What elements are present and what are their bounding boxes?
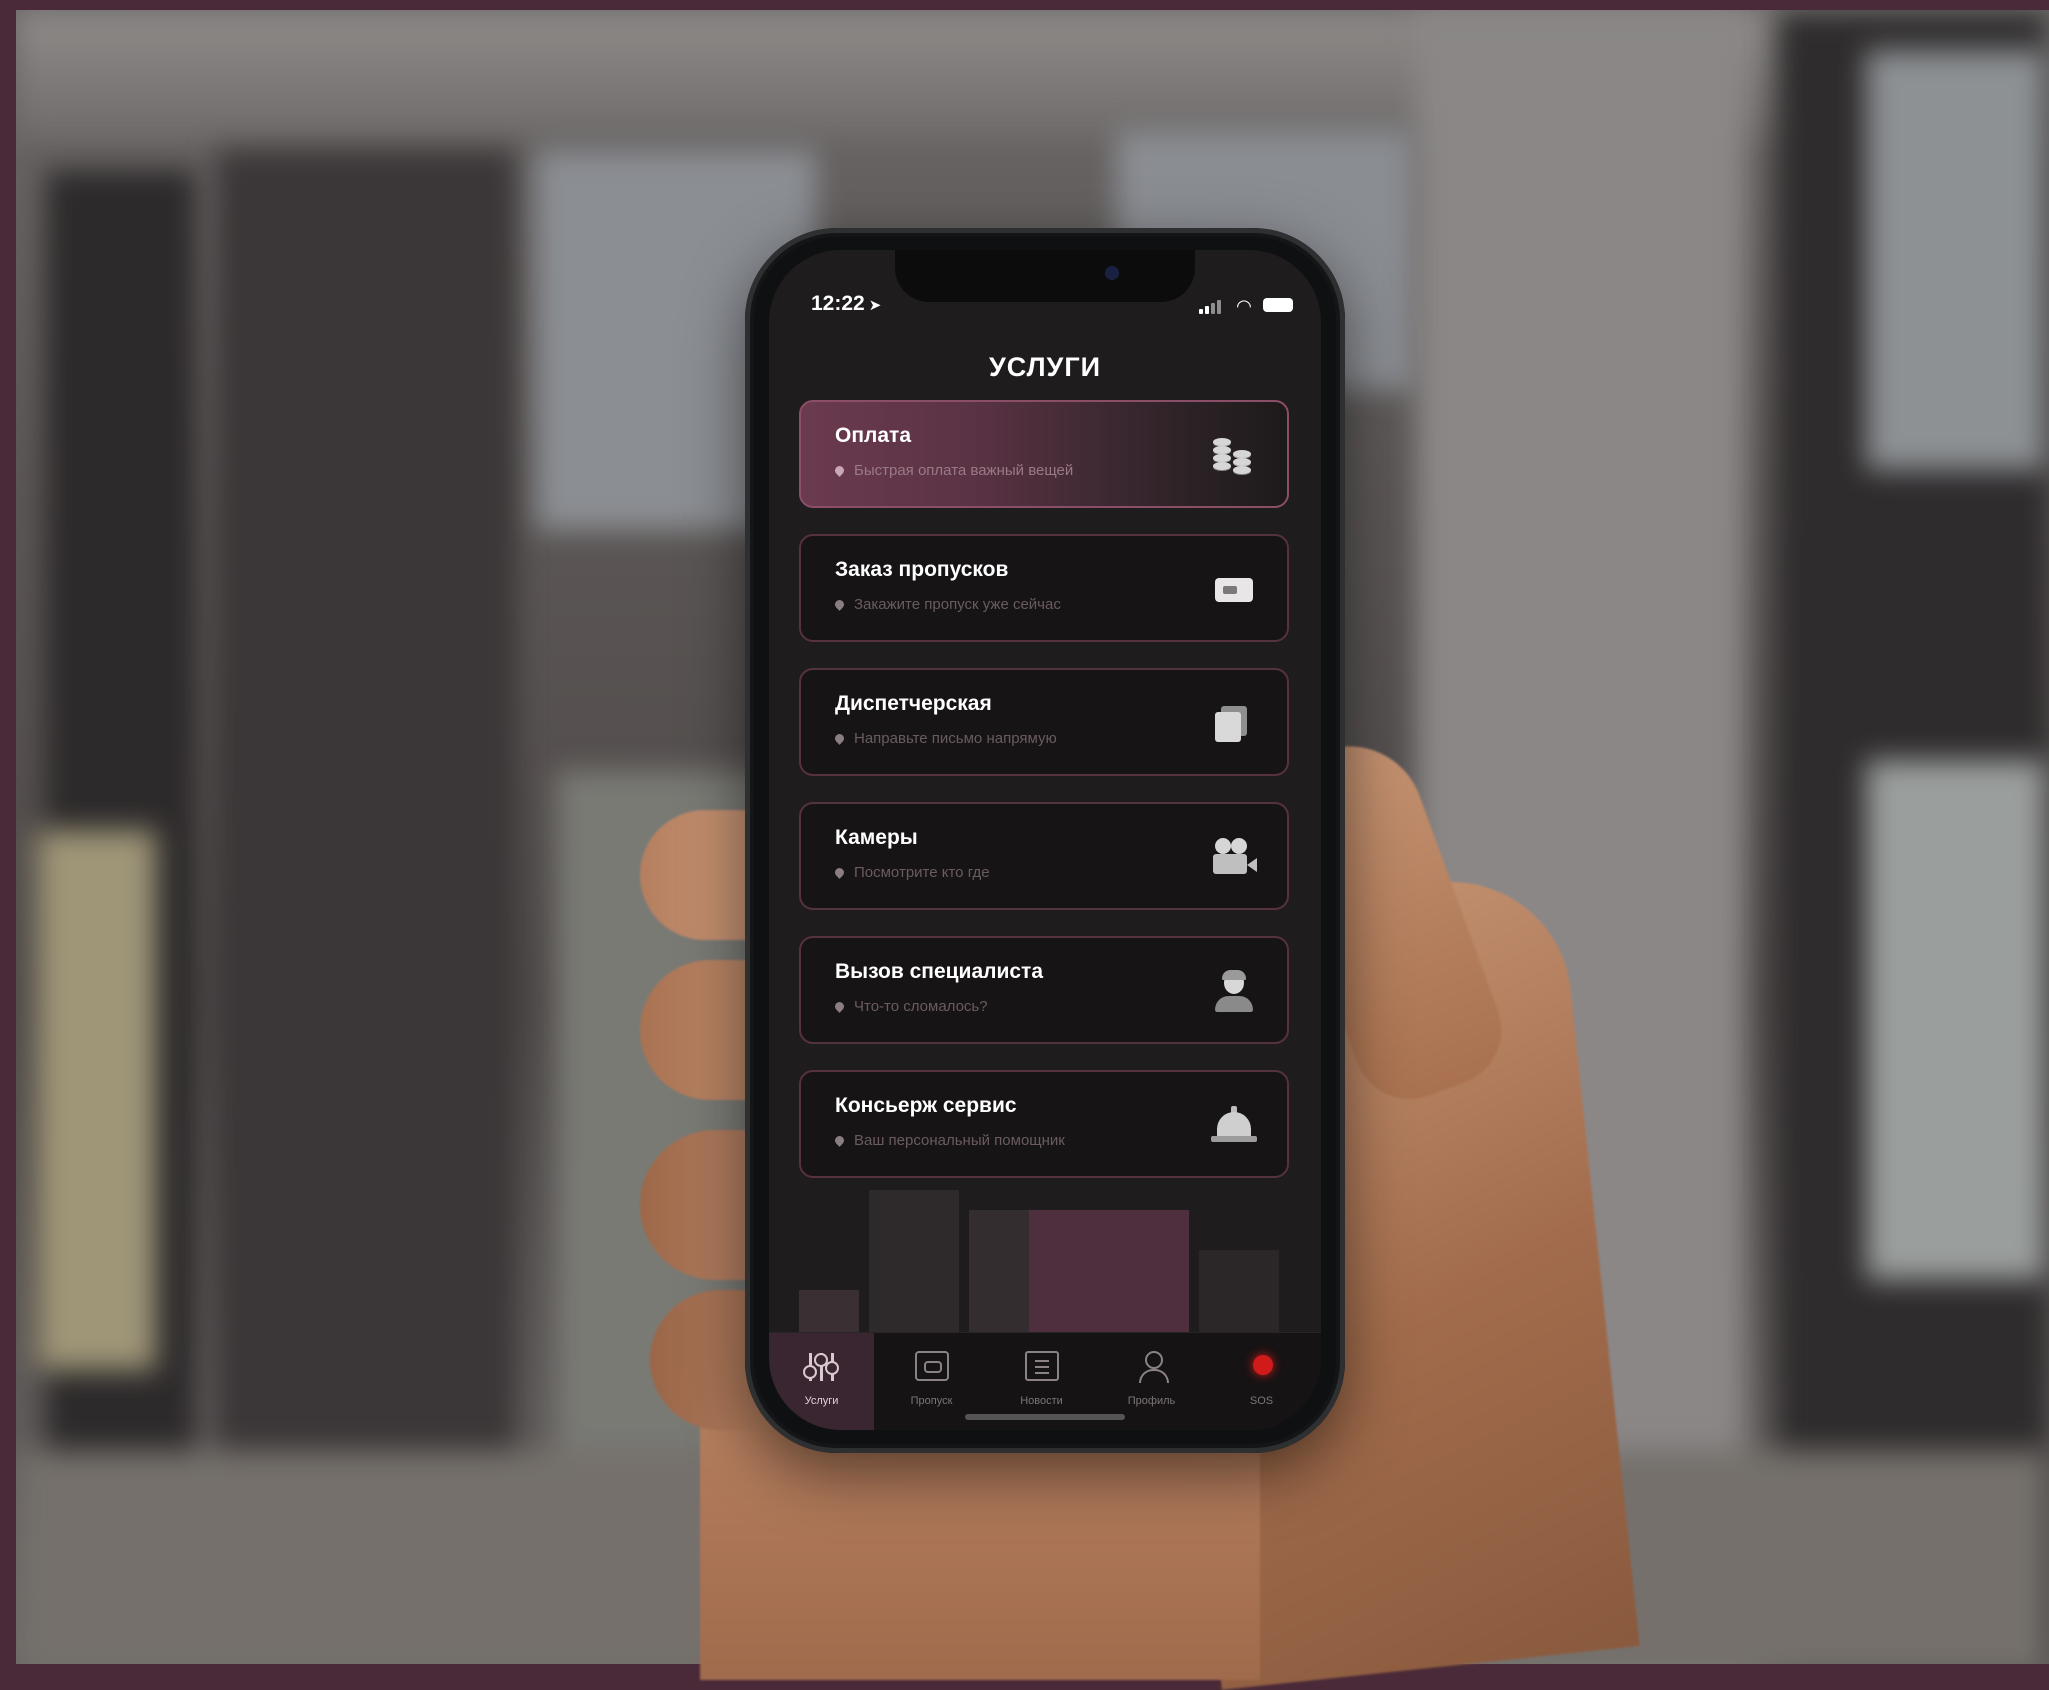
specialist-icon — [1211, 970, 1257, 1012]
service-subtitle: Посмотрите кто где — [833, 864, 990, 881]
service-card-concierge[interactable]: Консьерж сервис Ваш персональный помощни… — [799, 1070, 1289, 1178]
service-subtitle-text: Направьте письмо напрямую — [854, 730, 1057, 747]
sos-icon — [1253, 1355, 1273, 1375]
movie-camera-icon — [1211, 836, 1257, 878]
service-subtitle: Направьте письмо напрямую — [833, 730, 1057, 747]
location-pin-icon — [833, 598, 846, 611]
tab-label: Услуги — [804, 1395, 839, 1407]
service-subtitle: Быстрая оплата важный вещей — [833, 462, 1074, 479]
location-arrow-icon: ➤ — [868, 297, 882, 314]
location-pin-icon — [833, 1134, 846, 1147]
location-pin-icon — [833, 464, 846, 477]
tab-label: Профиль — [1127, 1395, 1176, 1407]
service-title: Оплата — [835, 424, 912, 447]
service-subtitle: Ваш персональный помощник — [833, 1132, 1065, 1149]
location-pin-icon — [833, 866, 846, 879]
pass-card-icon — [1211, 568, 1257, 610]
front-camera — [1105, 266, 1119, 280]
service-card-dispatch[interactable]: Диспетчерская Направьте письмо напрямую — [799, 668, 1289, 776]
cellular-signal-icon — [1199, 300, 1225, 314]
tab-label: Новости — [1020, 1395, 1063, 1407]
service-subtitle-text: Посмотрите кто где — [854, 864, 990, 881]
service-title: Диспетчерская — [835, 692, 992, 715]
profile-icon — [1135, 1351, 1169, 1383]
service-subtitle: Что-то сломалось? — [833, 998, 988, 1015]
location-pin-icon — [833, 732, 846, 745]
page-title: УСЛУГИ — [988, 352, 1102, 382]
documents-icon — [1211, 702, 1257, 744]
service-title: Заказ пропусков — [835, 558, 1009, 581]
home-indicator[interactable] — [965, 1414, 1125, 1420]
tab-services[interactable]: Услуги — [769, 1333, 874, 1430]
wifi-icon: ◠ — [1237, 296, 1251, 316]
service-title: Камеры — [835, 826, 918, 849]
phone-notch — [895, 250, 1195, 302]
app-screen: 12:22 ➤ ◠ УСЛУГИ Оплата Быстрая оплата ва… — [769, 250, 1321, 1430]
phone-device: 12:22 ➤ ◠ УСЛУГИ Оплата Быстрая оплата ва… — [745, 228, 1345, 1453]
service-card-payment[interactable]: Оплата Быстрая оплата важный вещей — [799, 400, 1289, 508]
service-title: Консьерж сервис — [835, 1094, 1017, 1117]
service-subtitle-text: Что-то сломалось? — [854, 998, 988, 1015]
news-icon — [1025, 1351, 1059, 1381]
status-time: 12:22 ➤ — [811, 292, 881, 316]
tab-label: Пропуск — [910, 1395, 953, 1407]
service-card-passes[interactable]: Заказ пропусков Закажите пропуск уже сей… — [799, 534, 1289, 642]
concierge-bell-icon — [1211, 1104, 1257, 1146]
sliders-icon — [803, 1351, 839, 1381]
pass-icon — [915, 1351, 949, 1381]
service-title: Вызов специалиста — [835, 960, 1044, 983]
status-time-text: 12:22 — [811, 292, 865, 315]
service-card-specialist[interactable]: Вызов специалиста Что-то сломалось? — [799, 936, 1289, 1044]
service-card-cameras[interactable]: Камеры Посмотрите кто где — [799, 802, 1289, 910]
tab-label: SOS — [1249, 1395, 1274, 1407]
tab-sos[interactable]: SOS — [1209, 1333, 1314, 1430]
coins-icon — [1211, 434, 1257, 476]
service-subtitle-text: Закажите пропуск уже сейчас — [854, 596, 1061, 613]
battery-icon — [1263, 298, 1293, 312]
service-subtitle-text: Быстрая оплата важный вещей — [854, 462, 1074, 479]
service-subtitle: Закажите пропуск уже сейчас — [833, 596, 1061, 613]
service-subtitle-text: Ваш персональный помощник — [854, 1132, 1065, 1149]
location-pin-icon — [833, 1000, 846, 1013]
